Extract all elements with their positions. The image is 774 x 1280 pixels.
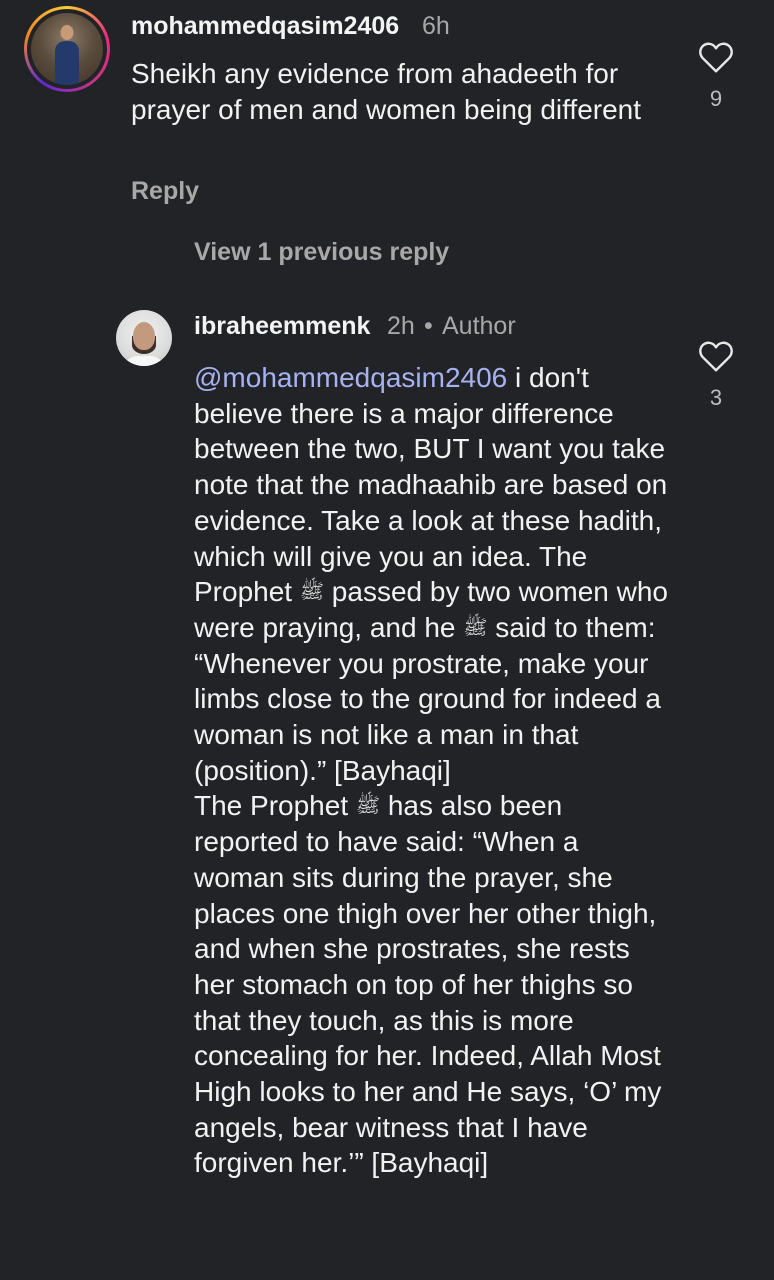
reply-text-segment: The Prophet xyxy=(194,790,356,822)
salawat-glyph: ﷺ xyxy=(299,579,325,604)
heart-icon[interactable] xyxy=(698,339,734,373)
reply-like-count: 3 xyxy=(709,385,723,410)
comment-username[interactable]: mohammedqasim2406 xyxy=(131,12,399,41)
reply-paragraph-1: @mohammedqasim2406 i don't believe there… xyxy=(194,360,674,788)
heart-icon[interactable] xyxy=(698,40,734,74)
avatar-face xyxy=(133,322,155,350)
avatar-mohammedqasim2406[interactable] xyxy=(24,6,110,92)
view-previous-replies-button[interactable]: View 1 previous reply xyxy=(194,238,449,267)
avatar-robe xyxy=(122,356,166,366)
reply-username[interactable]: ibraheemmenk xyxy=(194,312,370,341)
meta-separator: • xyxy=(424,312,433,340)
salawat-glyph: ﷺ xyxy=(463,614,488,639)
comment-like-count: 9 xyxy=(709,86,723,111)
reply-paragraph-2: The Prophet ﷺ has also been reported to … xyxy=(194,788,674,1181)
avatar-ring-inner xyxy=(27,9,107,89)
author-badge: Author xyxy=(442,312,516,340)
comment-text: Sheikh any evidence from ahadeeth for pr… xyxy=(131,58,642,125)
avatar-ibraheemmenk[interactable] xyxy=(116,310,172,366)
reply-text: @mohammedqasim2406 i don't believe there… xyxy=(194,360,674,1181)
avatar-person-head xyxy=(60,25,74,40)
comment-timestamp: 6h xyxy=(422,12,450,40)
avatar-photo xyxy=(31,13,103,85)
avatar-person-body xyxy=(55,41,79,85)
reply-text-segment: i don't believe there is a major differe… xyxy=(194,362,668,608)
reply-button[interactable]: Reply xyxy=(131,177,199,206)
reply-timestamp: 2h xyxy=(387,312,415,340)
salawat-glyph: ﷺ xyxy=(355,793,381,818)
mention-link[interactable]: @mohammedqasim2406 xyxy=(194,362,507,393)
reply-text-segment: has also been reported to have said: “Wh… xyxy=(194,790,662,1179)
